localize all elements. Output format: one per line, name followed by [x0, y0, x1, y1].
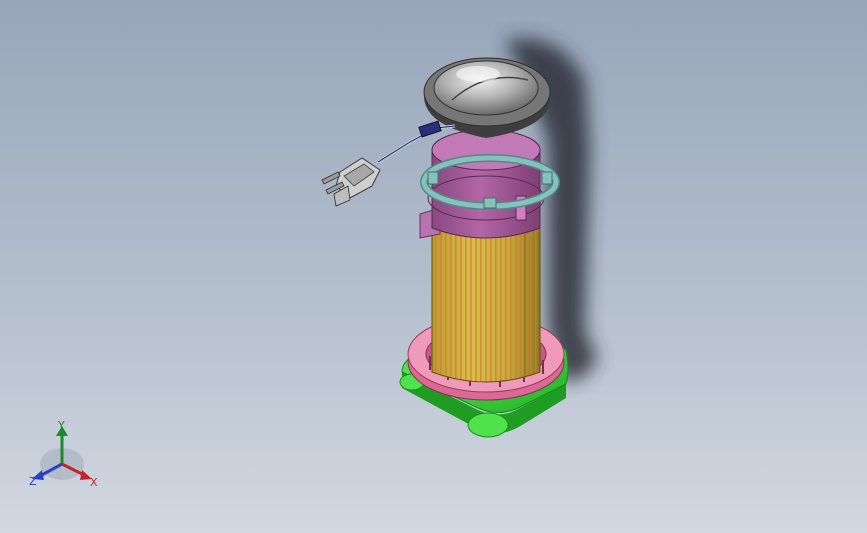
filter-cartridge: [431, 228, 541, 383]
orientation-triad[interactable]: Y X Z: [22, 418, 112, 498]
y-axis-label: Y: [58, 419, 65, 432]
model-scene[interactable]: [0, 0, 867, 533]
x-axis-label: X: [90, 476, 98, 489]
z-axis-label: Z: [29, 475, 37, 488]
upper-housing: [427, 129, 545, 239]
3d-viewport[interactable]: Y X Z: [0, 0, 867, 533]
power-plug: [321, 157, 381, 207]
